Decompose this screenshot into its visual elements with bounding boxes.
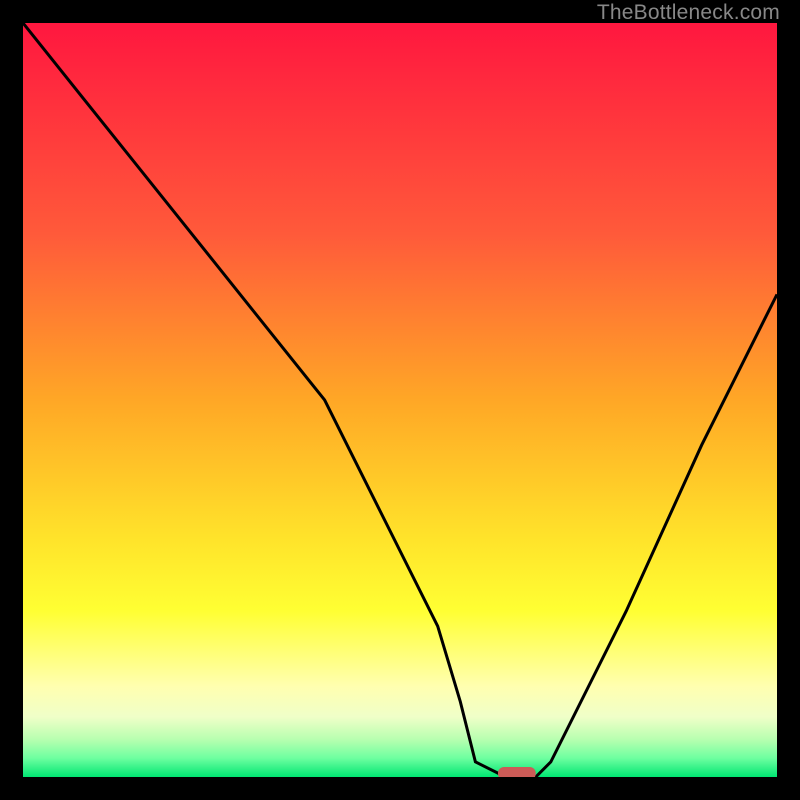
bottleneck-chart [23, 23, 777, 777]
attribution-label: TheBottleneck.com [597, 1, 780, 25]
optimal-marker [498, 767, 536, 777]
chart-frame: TheBottleneck.com [0, 0, 800, 800]
gradient-background [23, 23, 777, 777]
plot-area [23, 23, 777, 777]
